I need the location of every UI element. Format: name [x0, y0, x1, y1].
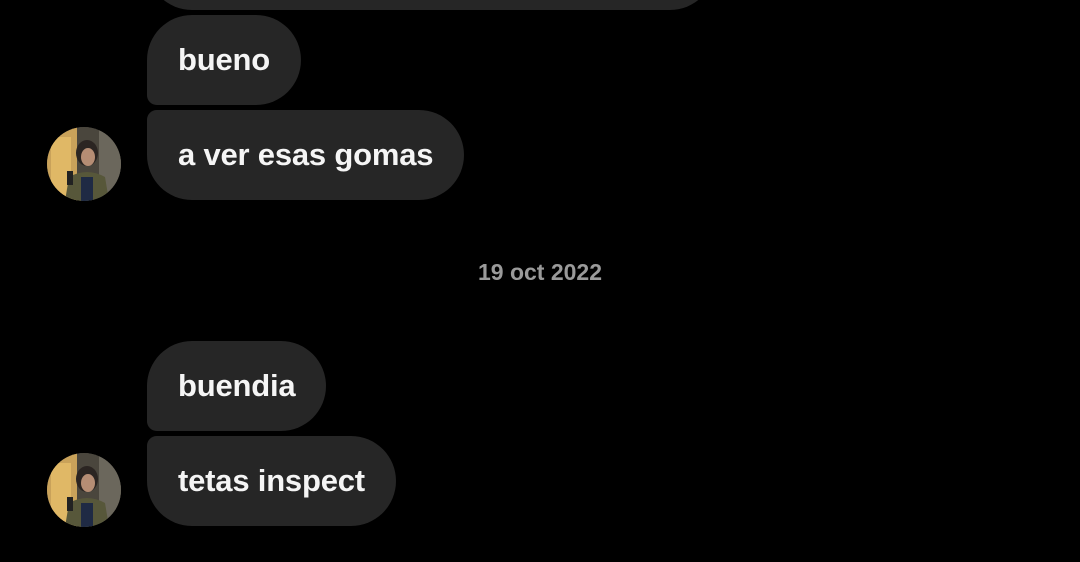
message-bubble-cropped[interactable] [147, 0, 715, 10]
message-bubble[interactable]: a ver esas gomas [147, 110, 465, 200]
date-divider: 19 oct 2022 [477, 259, 603, 285]
sender-avatar[interactable] [47, 453, 121, 527]
message-bubble[interactable]: buendia [147, 341, 327, 431]
sender-avatar[interactable] [47, 127, 121, 201]
profile-photo-avatar-icon [47, 453, 121, 527]
profile-photo-avatar-icon [47, 127, 121, 201]
message-bubble[interactable]: tetas inspect [147, 436, 396, 526]
message-bubble[interactable]: bueno [147, 15, 301, 105]
